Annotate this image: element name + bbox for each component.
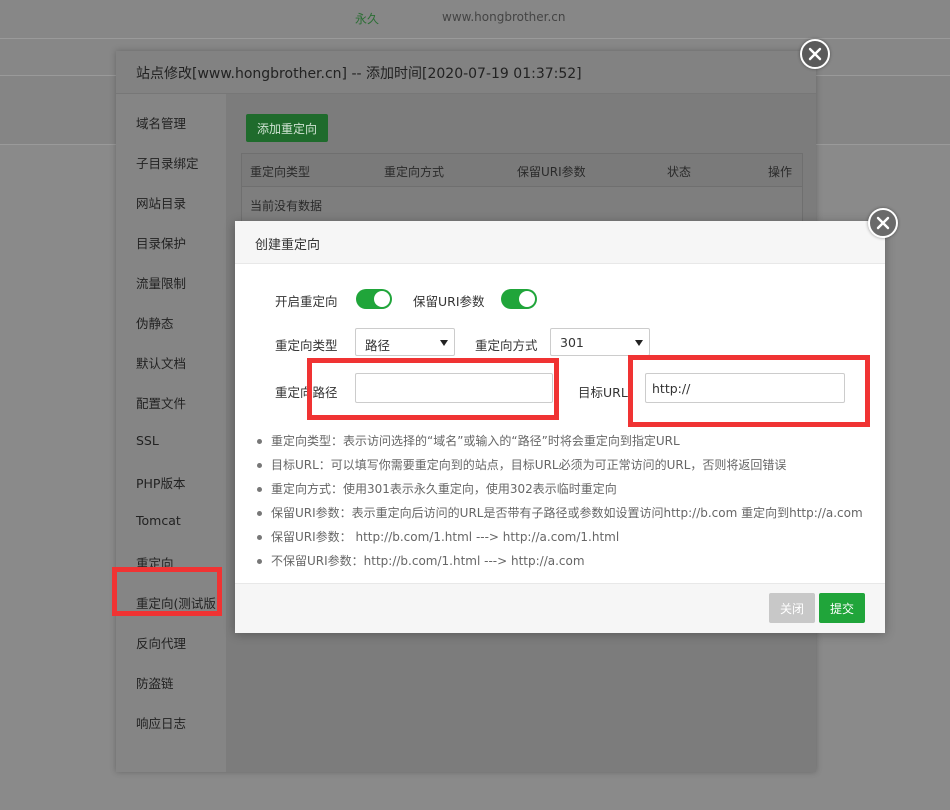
toggle-knob (374, 291, 390, 307)
help-note: 不保留URI参数：http://b.com/1.html ---> http:/… (257, 549, 877, 573)
redirect-table: 重定向类型 重定向方式 保留URI参数 状态 操作 当前没有数据 (241, 153, 803, 222)
close-button[interactable]: 关闭 (769, 593, 815, 623)
redirect-type-label: 重定向类型 (275, 338, 338, 353)
table-header-status: 状态 (667, 165, 692, 179)
background-site-row: 永久 www.hongbrother.cn (0, 0, 950, 39)
help-note: 保留URI参数：表示重定向后访问的URL是否带有子路径或参数如设置访问http:… (257, 501, 877, 525)
sidebar-item-default-document[interactable]: 默认文档 (136, 353, 186, 372)
sidebar-item-redirect-beta[interactable]: 重定向(测试版) (136, 593, 221, 612)
help-note: 重定向类型：表示访问选择的“域名”或输入的“路径”时将会重定向到指定URL (257, 429, 877, 453)
sidebar-item-directory-protection[interactable]: 目录保护 (136, 233, 186, 252)
enable-redirect-label: 开启重定向 (275, 294, 338, 309)
table-header-redirect-type: 重定向类型 (250, 165, 311, 179)
close-icon (808, 47, 822, 61)
sidebar-item-tomcat[interactable]: Tomcat (136, 513, 181, 528)
sidebar-item-redirect[interactable]: 重定向 (136, 553, 174, 572)
redirect-method-select[interactable]: 301 (550, 328, 650, 356)
sidebar-item-config-file[interactable]: 配置文件 (136, 393, 186, 412)
redirect-type-value: 路径 (365, 338, 391, 353)
keep-uri-toggle[interactable] (501, 289, 537, 309)
redirect-path-input[interactable] (355, 373, 553, 403)
create-redirect-title: 创建重定向 (255, 238, 321, 253)
sidebar-item-response-log[interactable]: 响应日志 (136, 713, 186, 732)
redirect-path-label: 重定向路径 (275, 385, 338, 400)
redirect-method-label: 重定向方式 (475, 338, 538, 353)
keep-uri-label: 保留URI参数 (413, 294, 485, 309)
create-redirect-dialog: 创建重定向 开启重定向 保留URI参数 重定向类型 路径 重定向方式 301 重… (235, 221, 885, 633)
site-edit-sidebar: 域名管理 子目录绑定 网站目录 目录保护 流量限制 伪静态 默认文档 配置文件 … (116, 94, 226, 772)
redirect-method-value: 301 (560, 335, 584, 350)
close-icon (876, 216, 890, 230)
sidebar-item-domain-management[interactable]: 域名管理 (136, 113, 186, 132)
target-url-label: 目标URL (578, 385, 628, 400)
background-domain: www.hongbrother.cn (442, 10, 566, 24)
sidebar-item-rewrite[interactable]: 伪静态 (136, 313, 174, 332)
table-header-redirect-method: 重定向方式 (384, 165, 445, 179)
sidebar-item-site-directory[interactable]: 网站目录 (136, 193, 186, 212)
sidebar-item-ssl[interactable]: SSL (136, 433, 159, 448)
help-note: 目标URL：可以填写你需要重定向到的站点，目标URL必须为可正常访问的URL，否… (257, 453, 877, 477)
target-url-input[interactable] (645, 373, 845, 403)
create-redirect-close-button[interactable] (868, 208, 898, 238)
sidebar-item-traffic-limit[interactable]: 流量限制 (136, 273, 186, 292)
help-note: 保留URI参数： http://b.com/1.html ---> http:/… (257, 525, 877, 549)
sidebar-item-hotlink-protection[interactable]: 防盗链 (136, 673, 174, 692)
site-edit-dialog-title: 站点修改[www.hongbrother.cn] -- 添加时间[2020-07… (136, 66, 582, 82)
create-redirect-title-bar: 创建重定向 (235, 221, 885, 264)
redirect-table-header: 重定向类型 重定向方式 保留URI参数 状态 操作 (242, 154, 802, 187)
table-empty-text: 当前没有数据 (250, 199, 323, 213)
site-edit-close-button[interactable] (800, 39, 830, 69)
redirect-table-empty-row: 当前没有数据 (242, 187, 802, 221)
site-edit-dialog-title-bar: 站点修改[www.hongbrother.cn] -- 添加时间[2020-07… (116, 51, 816, 94)
add-redirect-button[interactable]: 添加重定向 (246, 114, 328, 142)
table-header-actions: 操作 (768, 165, 793, 179)
help-note: 重定向方式：使用301表示永久重定向，使用302表示临时重定向 (257, 477, 877, 501)
enable-redirect-toggle[interactable] (356, 289, 392, 309)
sidebar-item-php-version[interactable]: PHP版本 (136, 473, 185, 492)
redirect-type-select[interactable]: 路径 (355, 328, 455, 356)
create-redirect-footer: 关闭 提交 (235, 583, 885, 633)
chevron-down-icon (635, 340, 643, 346)
submit-button[interactable]: 提交 (819, 593, 865, 623)
chevron-down-icon (440, 340, 448, 346)
toggle-knob (519, 291, 535, 307)
sidebar-item-subdirectory-binding[interactable]: 子目录绑定 (136, 153, 199, 172)
table-header-keep-uri: 保留URI参数 (517, 165, 586, 179)
background-status: 永久 (355, 12, 380, 26)
redirect-help-notes: 重定向类型：表示访问选择的“域名”或输入的“路径”时将会重定向到指定URL 目标… (257, 429, 877, 573)
sidebar-item-reverse-proxy[interactable]: 反向代理 (136, 633, 186, 652)
